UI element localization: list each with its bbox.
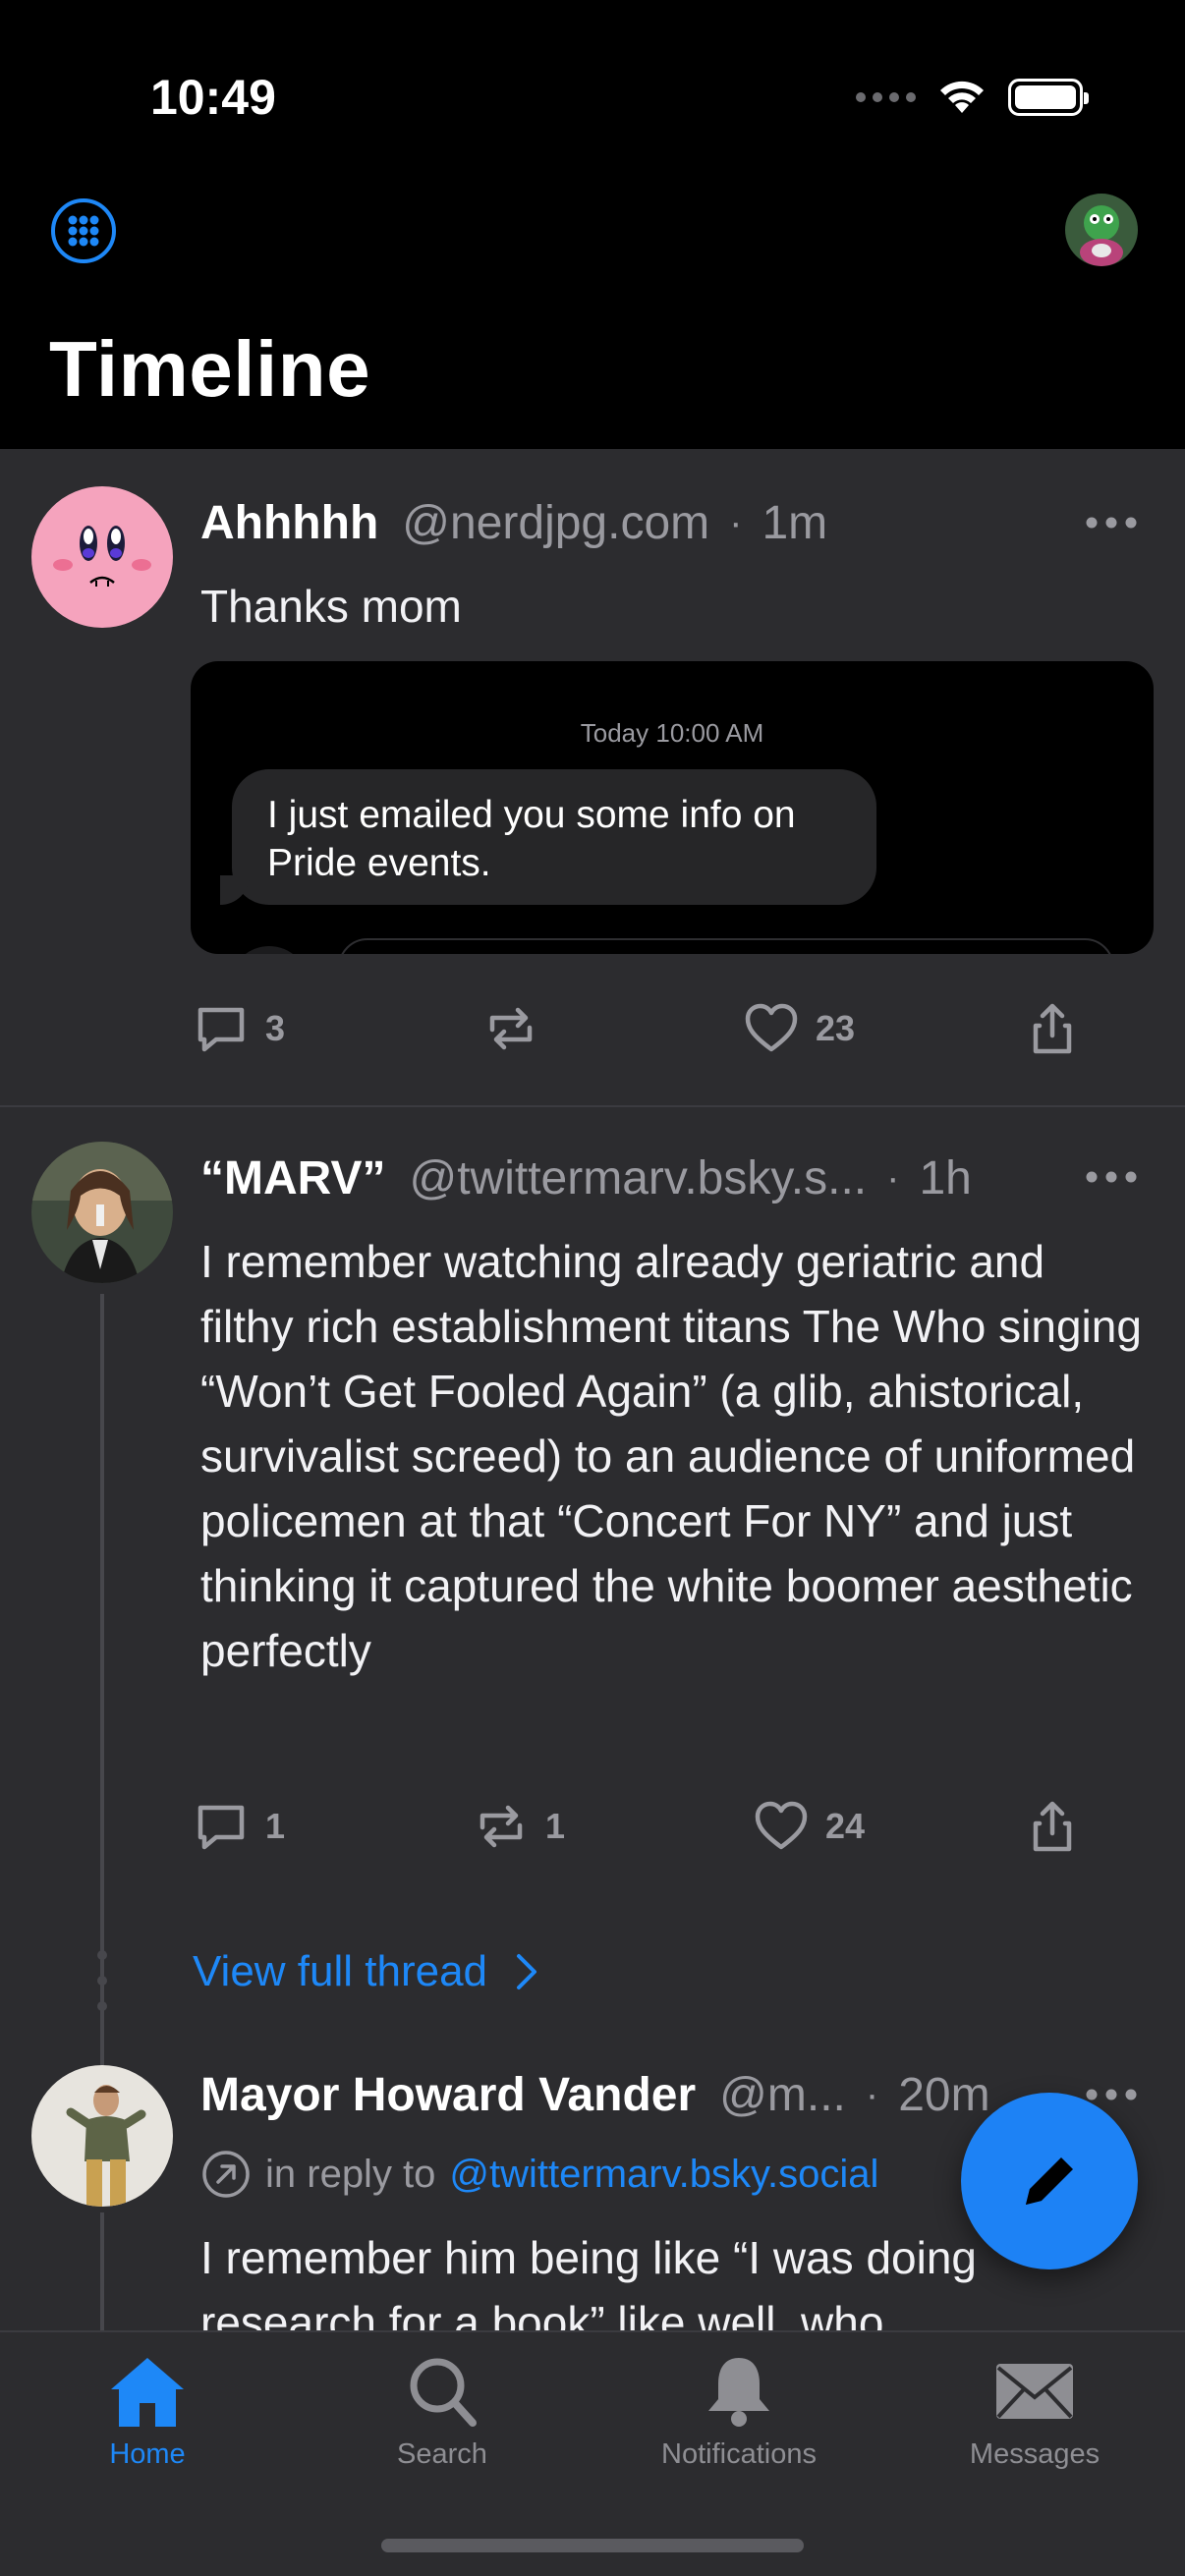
like-button[interactable]: 24	[753, 1792, 865, 1861]
reply-button[interactable]: 1	[193, 1792, 285, 1861]
separator-dot: ·	[865, 2073, 879, 2116]
view-full-thread-link[interactable]: View full thread	[193, 1947, 538, 1996]
tab-label: Home	[109, 2438, 186, 2470]
status-icons	[856, 69, 1089, 126]
cellular-signal-icon	[856, 92, 916, 102]
like-button[interactable]: 23	[743, 994, 855, 1063]
tab-search[interactable]: Search	[324, 2352, 560, 2471]
embed-message-bubble: I just emailed you some info on Pride ev…	[220, 769, 876, 905]
author-handle[interactable]: @nerdjpg.com	[402, 496, 709, 550]
status-time: 10:49	[150, 70, 276, 125]
post-time: 20m	[898, 2069, 990, 2121]
reply-count: 1	[265, 1806, 286, 1846]
avatar[interactable]	[31, 486, 173, 628]
battery-icon	[1008, 79, 1089, 116]
reply-button[interactable]: 3	[193, 994, 285, 1063]
heart-icon	[745, 1003, 798, 1052]
tab-notifications[interactable]: Notifications	[621, 2352, 857, 2471]
home-indicator	[381, 2539, 804, 2552]
avatar[interactable]	[31, 2065, 173, 2207]
avatar[interactable]	[31, 1142, 173, 1283]
bell-icon	[708, 2358, 769, 2427]
share-button[interactable]	[1024, 994, 1081, 1063]
tab-label: Search	[397, 2438, 487, 2470]
tab-messages[interactable]: Messages	[917, 2352, 1153, 2471]
repost-count: 1	[545, 1806, 566, 1846]
reply-indicator: in reply to @twittermarv.bsky.social	[200, 2149, 878, 2200]
thread-line	[100, 2212, 104, 2330]
reply-arrow-icon	[202, 2151, 250, 2198]
more-icon[interactable]	[1085, 2088, 1138, 2101]
tab-label: Notifications	[661, 2438, 817, 2470]
post-actions: 3 23	[193, 994, 1097, 1063]
more-icon[interactable]	[1085, 516, 1138, 530]
repost-icon	[480, 1805, 523, 1848]
post[interactable]: Ahhhhh @nerdjpg.com · 1m Thanks mom Toda…	[0, 449, 1185, 1105]
heart-icon	[755, 1801, 808, 1850]
post-text: I remember watching already geriatric an…	[200, 1236, 1142, 1676]
wifi-icon	[940, 81, 984, 113]
share-button[interactable]	[1024, 1792, 1081, 1861]
repost-button[interactable]: 1	[473, 1792, 565, 1861]
home-icon	[111, 2358, 184, 2427]
thread-dots	[96, 1950, 108, 2027]
comment-icon	[198, 1007, 245, 1052]
author-name[interactable]: Ahhhhh	[200, 496, 378, 550]
share-icon	[1033, 1003, 1072, 1054]
envelope-icon	[996, 2364, 1073, 2419]
apps-grid-icon[interactable]	[50, 197, 117, 264]
embed-input-field	[338, 938, 1114, 954]
author-handle[interactable]: @m...	[719, 2068, 846, 2122]
embed-timestamp: Today 10:00 AM	[580, 718, 764, 748]
post-actions: 1 1 24	[193, 1792, 1097, 1861]
chevron-right-icon	[517, 1954, 537, 1989]
like-count: 24	[825, 1806, 866, 1846]
embed-camera-button	[230, 946, 309, 954]
timeline-feed[interactable]: Ahhhhh @nerdjpg.com · 1m Thanks mom Toda…	[0, 449, 1185, 2330]
like-count: 23	[816, 1008, 856, 1048]
post-text: Thanks mom	[200, 581, 462, 632]
reply-to-handle[interactable]: @twittermarv.bsky.social	[449, 2153, 878, 2197]
compose-button[interactable]	[961, 2093, 1138, 2269]
post-header: Ahhhhh @nerdjpg.com · 1m	[200, 496, 1146, 550]
header: 10:49 Timeline	[0, 0, 1185, 449]
search-icon	[410, 2358, 477, 2427]
repost-icon	[489, 1007, 533, 1050]
view-full-thread-label: View full thread	[193, 1947, 488, 1995]
separator-dot: ·	[729, 501, 743, 544]
tab-home[interactable]: Home	[29, 2352, 265, 2471]
reply-count: 3	[265, 1008, 286, 1048]
post-time: 1m	[762, 497, 828, 549]
share-icon	[1033, 1801, 1072, 1852]
post-image[interactable]: Today 10:00 AM I just emailed you some i…	[191, 661, 1154, 954]
comment-icon	[198, 1805, 245, 1850]
pencil-icon	[1026, 2157, 1073, 2205]
profile-avatar[interactable]	[1065, 194, 1138, 266]
reply-prefix: in reply to	[265, 2152, 436, 2196]
tab-label: Messages	[969, 2438, 1100, 2470]
repost-button[interactable]	[482, 994, 555, 1063]
page-title: Timeline	[49, 325, 371, 413]
author-name[interactable]: Mayor Howard Vander	[200, 2068, 696, 2122]
